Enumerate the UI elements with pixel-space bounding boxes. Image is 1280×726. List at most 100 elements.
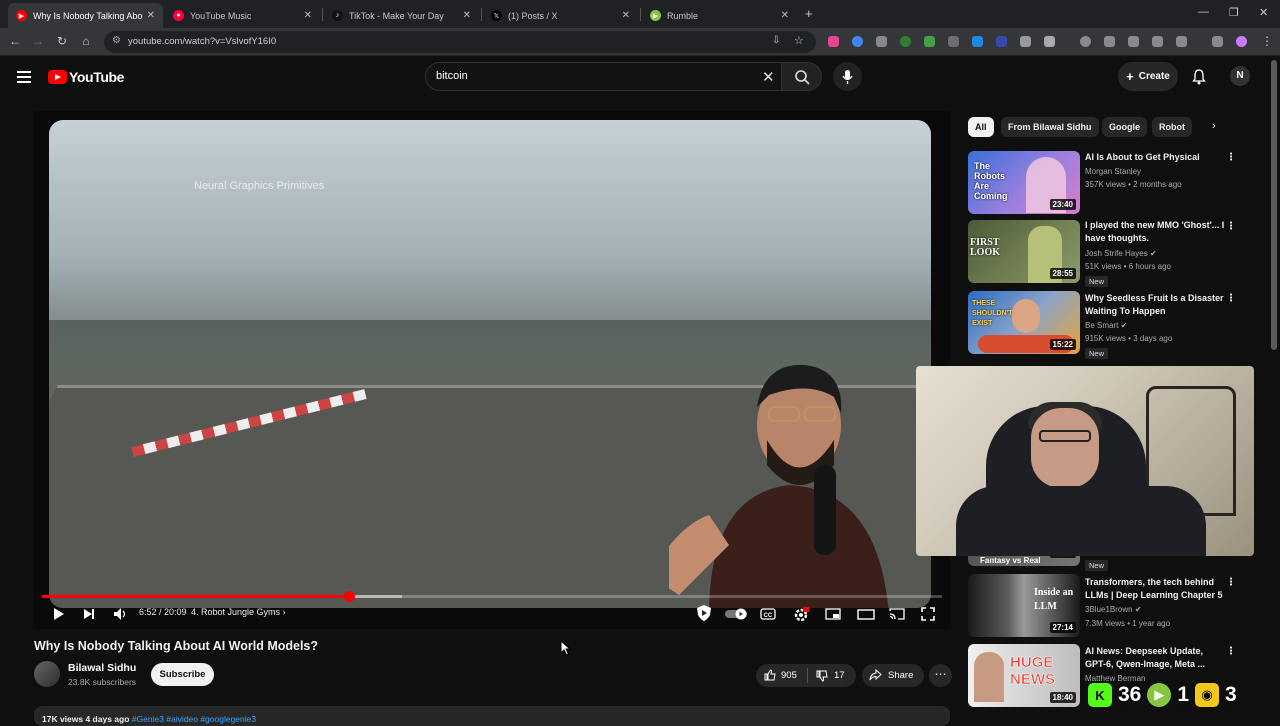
browser-menu-icon[interactable]: ⋮ xyxy=(1261,34,1273,48)
fullscreen-icon[interactable] xyxy=(921,607,935,624)
rec-title[interactable]: Why Seedless Fruit Is a Disaster Waiting… xyxy=(1085,292,1225,318)
more-actions-icon[interactable]: ⋯ xyxy=(929,664,952,687)
more-actions-icon[interactable]: ⋮ xyxy=(1226,152,1236,163)
extension-icon[interactable] xyxy=(828,36,839,47)
cast-icon[interactable] xyxy=(889,607,905,624)
close-tab-icon[interactable]: ✕ xyxy=(463,10,471,21)
channel-name[interactable]: Bilawal Sidhu xyxy=(68,662,136,674)
extension-icon[interactable] xyxy=(924,36,935,47)
extension-icon[interactable] xyxy=(996,36,1007,47)
more-actions-icon[interactable]: ⋮ xyxy=(1226,646,1236,657)
voice-search-button[interactable] xyxy=(833,62,862,91)
channel-avatar[interactable] xyxy=(34,661,60,687)
scrubber-handle[interactable] xyxy=(343,591,355,602)
video-player[interactable]: Neural Graphics Primitives 6:52 / 20:09 … xyxy=(34,111,950,629)
close-window-button[interactable]: ✕ xyxy=(1259,6,1268,19)
reading-list-icon[interactable] xyxy=(1152,36,1163,47)
search-button[interactable] xyxy=(782,62,822,91)
settings-icon[interactable] xyxy=(793,607,810,626)
rec-title[interactable]: Transformers, the tech behind LLMs | Dee… xyxy=(1085,576,1225,602)
rumble-viewer-count: 1 xyxy=(1177,683,1190,706)
rec-thumbnail[interactable]: FIRST LOOK 28:55 xyxy=(968,220,1080,283)
rec-meta: 51K views • 6 hours ago xyxy=(1085,262,1171,271)
address-bar[interactable]: ⚙ youtube.com/watch?v=VslvofY16I0 ⇩ ☆ xyxy=(104,31,816,53)
menu-icon[interactable] xyxy=(17,71,31,83)
rec-title[interactable]: AI Is About to Get Physical xyxy=(1085,151,1225,164)
chapter-title[interactable]: 4. Robot Jungle Gyms › xyxy=(191,607,286,617)
browser-tab-youtube-music[interactable]: ● YouTube Music ✕ xyxy=(165,3,320,28)
chip-google[interactable]: Google xyxy=(1102,117,1147,137)
site-info-icon[interactable]: ⚙ xyxy=(112,35,121,46)
rec-thumbnail[interactable]: The Robots Are Coming 23:40 xyxy=(968,151,1080,214)
volume-icon[interactable] xyxy=(113,607,129,624)
browser-tab-tiktok[interactable]: ♪ TikTok - Make Your Day ✕ xyxy=(324,3,479,28)
extensions-puzzle-icon[interactable] xyxy=(1044,36,1055,47)
rec-channel[interactable]: Josh Strife Hayes ✔ xyxy=(1085,249,1157,258)
extension-icon[interactable] xyxy=(852,36,863,47)
hashtags[interactable]: #Genie3 #aivideo #googlegenie3 xyxy=(132,714,256,724)
extension-icon[interactable] xyxy=(948,36,959,47)
rec-thumbnail[interactable]: THESE SHOULDN'T EXIST 15:22 xyxy=(968,291,1080,354)
close-tab-icon[interactable]: ✕ xyxy=(304,10,312,21)
browser-tab-youtube-video[interactable]: ▶ Why Is Nobody Talking About A ✕ xyxy=(8,3,163,28)
create-button[interactable]: + Create xyxy=(1118,62,1178,91)
rec-channel[interactable]: Morgan Stanley xyxy=(1085,167,1141,176)
browser-tab-rumble[interactable]: ▶ Rumble ✕ xyxy=(642,3,797,28)
progress-bar[interactable] xyxy=(42,591,942,602)
rec-title[interactable]: I played the new MMO 'Ghost'... I have t… xyxy=(1085,219,1225,245)
sponsor-shield-icon[interactable] xyxy=(695,604,713,625)
share-button[interactable]: Share xyxy=(862,664,924,687)
next-icon[interactable] xyxy=(82,607,96,624)
bookmark-star-icon[interactable]: ☆ xyxy=(794,34,804,47)
forward-icon[interactable]: → xyxy=(30,34,46,48)
reload-icon[interactable]: ↻ xyxy=(54,34,70,48)
extension-icon[interactable] xyxy=(900,36,911,47)
more-actions-icon[interactable]: ⋮ xyxy=(1226,221,1236,232)
more-actions-icon[interactable]: ⋮ xyxy=(1226,577,1236,588)
rec-channel[interactable]: 3Blue1Brown ✔ xyxy=(1085,605,1142,614)
extension-icon[interactable] xyxy=(1020,36,1031,47)
close-tab-icon[interactable]: ✕ xyxy=(147,10,155,21)
rec-thumbnail[interactable]: Inside an LLM 27:14 xyxy=(968,574,1080,637)
toolbar-icon[interactable] xyxy=(1104,36,1115,47)
theater-mode-icon[interactable] xyxy=(857,607,875,624)
chevron-right-icon[interactable]: › xyxy=(1212,120,1216,132)
devtools-icon[interactable] xyxy=(1128,36,1139,47)
restore-button[interactable]: ❐ xyxy=(1229,6,1239,19)
history-icon[interactable] xyxy=(1080,36,1091,47)
back-icon[interactable]: ← xyxy=(7,34,23,48)
close-tab-icon[interactable]: ✕ xyxy=(781,10,789,21)
search-input[interactable]: bitcoin xyxy=(425,62,782,91)
rec-channel[interactable]: Be Smart ✔ xyxy=(1085,321,1127,330)
captions-icon[interactable]: CC xyxy=(760,607,776,624)
youtube-logo[interactable]: YouTube xyxy=(48,69,124,85)
like-button[interactable] xyxy=(764,669,776,684)
miniplayer-icon[interactable] xyxy=(825,607,841,624)
page-scrollbar[interactable] xyxy=(1271,60,1277,350)
extension-icon[interactable] xyxy=(972,36,983,47)
account-avatar[interactable]: N xyxy=(1230,66,1250,86)
extension-icon[interactable] xyxy=(876,36,887,47)
downloads-icon[interactable] xyxy=(1212,36,1223,47)
profile-avatar-icon[interactable] xyxy=(1236,36,1247,47)
close-tab-icon[interactable]: ✕ xyxy=(622,10,630,21)
install-app-icon[interactable]: ⇩ xyxy=(772,35,780,46)
more-actions-icon[interactable]: ⋮ xyxy=(1226,293,1236,304)
minimize-button[interactable]: — xyxy=(1198,6,1209,18)
subscribe-button[interactable]: Subscribe xyxy=(151,663,214,686)
chip-all[interactable]: All xyxy=(968,117,994,137)
tab-divider xyxy=(640,8,641,21)
notifications-bell-icon[interactable] xyxy=(1192,69,1206,90)
browser-tab-x[interactable]: 𝕏 (1) Posts / X ✕ xyxy=(483,3,638,28)
clear-search-icon[interactable]: ✕ xyxy=(762,68,775,86)
dislike-button[interactable] xyxy=(816,670,828,685)
chip-robot[interactable]: Robot xyxy=(1152,117,1192,137)
autoplay-toggle[interactable] xyxy=(724,608,748,623)
chip-from-channel[interactable]: From Bilawal Sidhu xyxy=(1001,117,1099,137)
rec-thumbnail[interactable]: HUGE NEWS 18:40 xyxy=(968,644,1080,707)
new-tab-button[interactable]: + xyxy=(805,6,813,21)
play-icon[interactable] xyxy=(51,607,65,624)
sidebar-icon[interactable] xyxy=(1176,36,1187,47)
home-icon[interactable]: ⌂ xyxy=(78,34,94,48)
rec-title[interactable]: AI News: Deepseek Update, GPT-6, Qwen-Im… xyxy=(1085,645,1225,671)
